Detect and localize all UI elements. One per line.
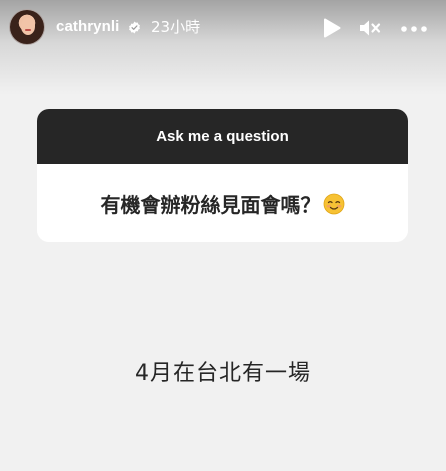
question-sticker-header: Ask me a question <box>37 109 408 164</box>
avatar-lips <box>25 29 31 31</box>
username[interactable]: cathrynli <box>56 17 119 37</box>
answer-text: 4月在台北有一場 <box>135 361 311 386</box>
more-options-icon[interactable] <box>401 26 427 32</box>
muted-speaker-icon[interactable] <box>359 18 381 38</box>
post-timestamp: 23小時 <box>151 18 201 36</box>
avatar[interactable] <box>9 9 45 45</box>
story-view: cathrynli 23小時 Ask me a question 有機會辦粉絲見… <box>0 0 446 471</box>
question-text: 有機會辦粉絲見面會嗎？ <box>100 193 321 217</box>
avatar-face <box>21 18 35 35</box>
smiling-face-emoji-icon <box>323 193 344 215</box>
question-sticker-body: 有機會辦粉絲見面會嗎？ <box>37 164 408 242</box>
question-text-line: 有機會辦粉絲見面會嗎？ <box>37 192 408 218</box>
question-sticker[interactable]: Ask me a question 有機會辦粉絲見面會嗎？ <box>37 109 408 242</box>
question-prompt-label: Ask me a question <box>156 128 289 145</box>
story-header: cathrynli 23小時 <box>0 0 446 56</box>
verified-badge-icon <box>129 21 140 34</box>
play-icon[interactable] <box>323 18 341 38</box>
